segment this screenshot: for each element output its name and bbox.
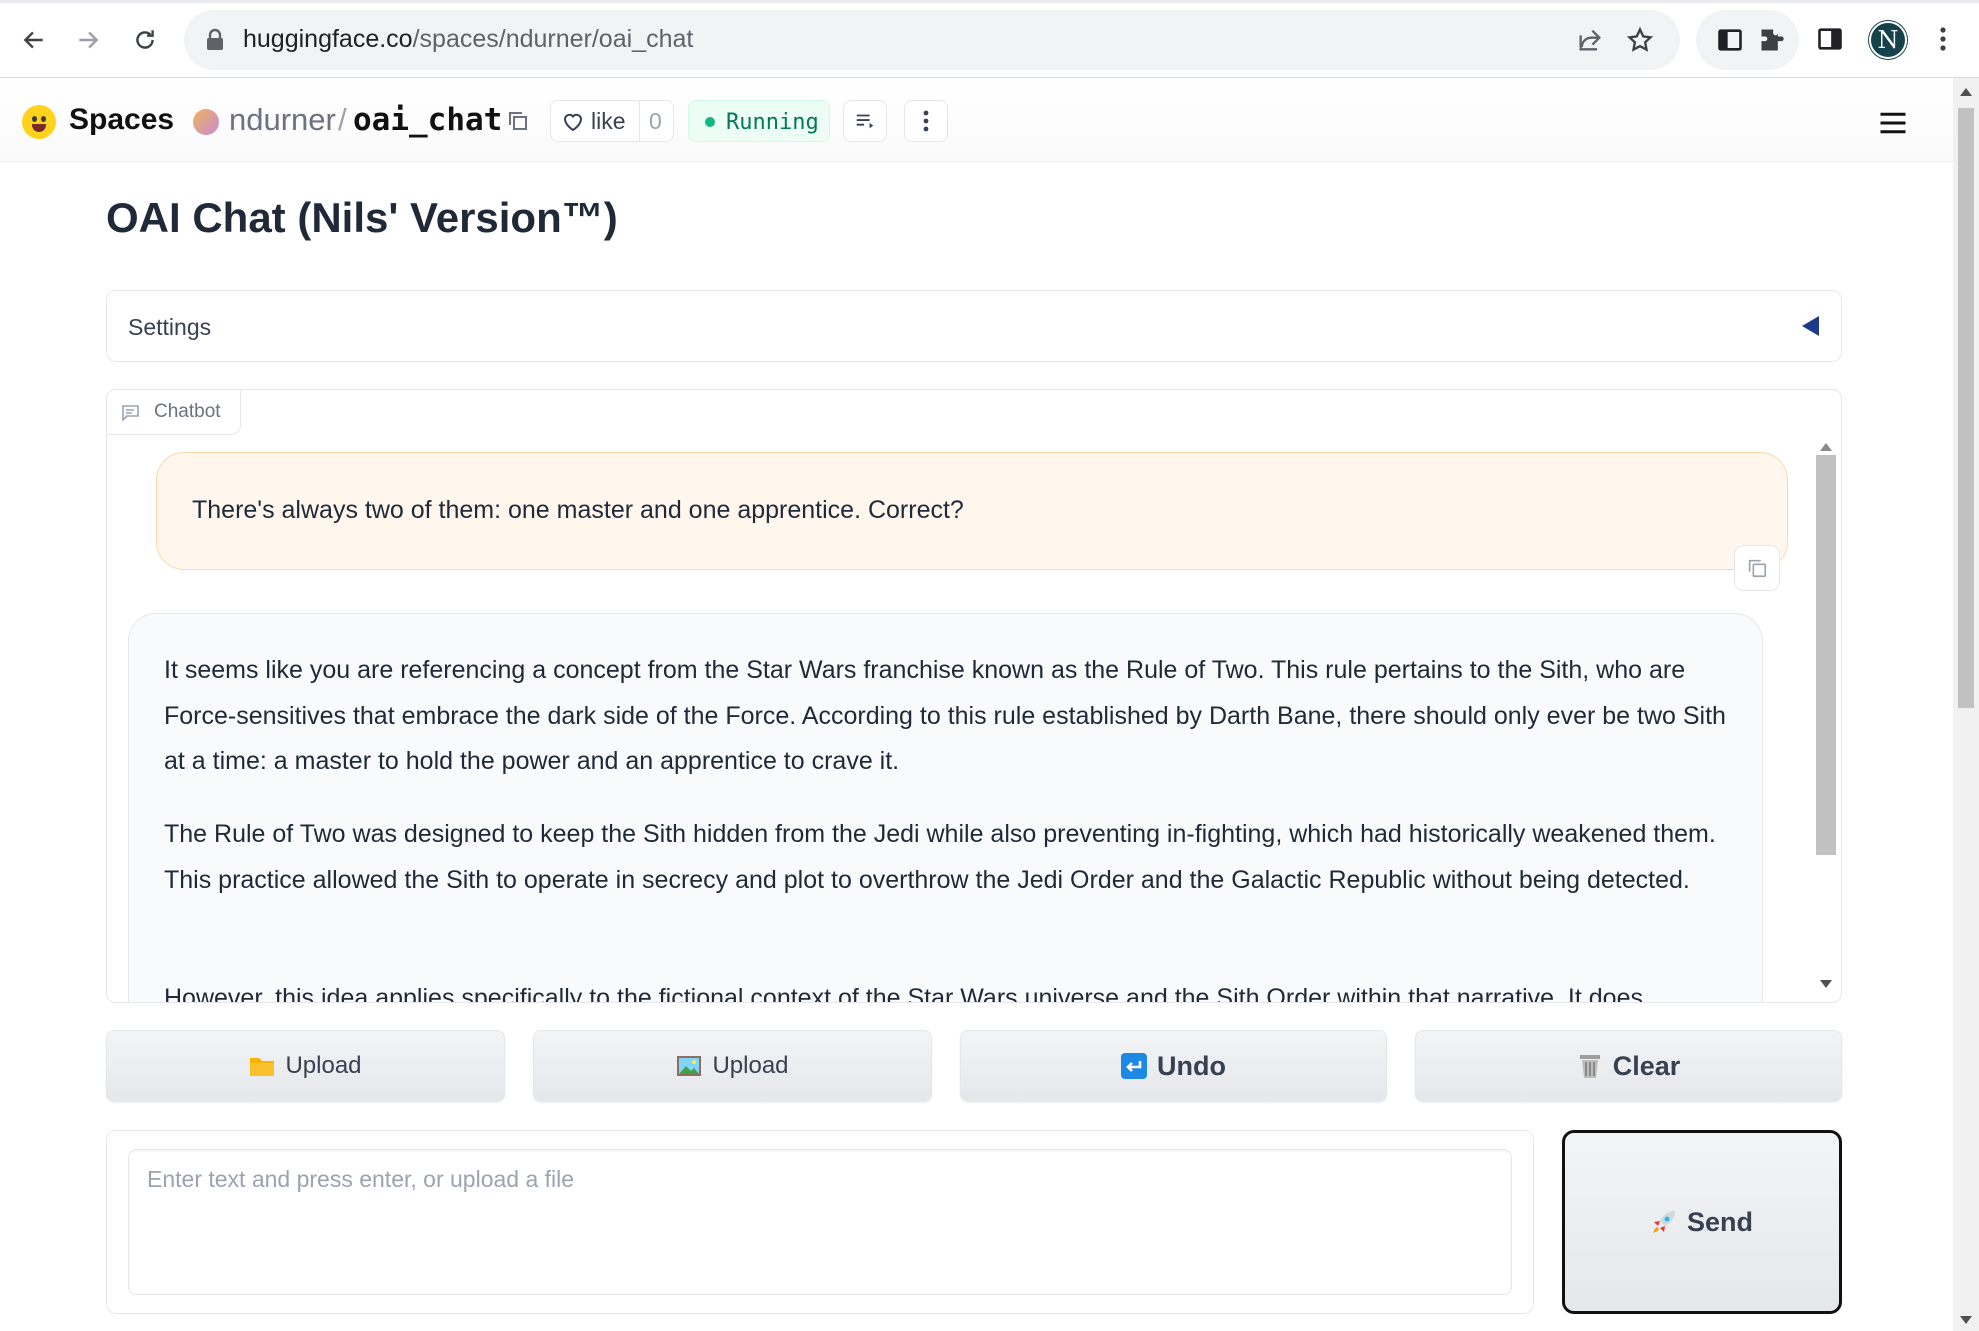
like-button[interactable]: like 0: [550, 100, 674, 142]
page-scroll-thumb[interactable]: [1958, 108, 1974, 708]
spaces-link[interactable]: Spaces: [69, 103, 174, 137]
owner-link[interactable]: ndurner: [229, 102, 336, 138]
logs-icon: [856, 114, 874, 129]
heart-icon: [563, 113, 583, 132]
upload-file-label: Upload: [285, 1052, 362, 1079]
extensions-group: [1696, 10, 1799, 70]
puzzle-icon: [1761, 29, 1784, 51]
undo-button[interactable]: Undo: [960, 1030, 1387, 1102]
vertical-dots-icon: [923, 110, 929, 132]
back-button[interactable]: [14, 20, 54, 60]
browser-menu-button[interactable]: [1926, 22, 1960, 56]
space-header: Spaces ndurner / oai_chat like 0 Running: [0, 78, 1953, 162]
bot-message: It seems like you are referencing a conc…: [128, 613, 1763, 1002]
user-message-text: There's always two of them: one master a…: [192, 496, 964, 524]
like-label: like: [591, 108, 626, 134]
chatbot-panel: Chatbot There's always two of them: one …: [106, 389, 1842, 1003]
hamburger-menu-icon[interactable]: [1878, 108, 1908, 138]
chatbot-label-tab: Chatbot: [107, 390, 241, 435]
send-label: Send: [1686, 1206, 1753, 1237]
side-panel-icon: [1818, 28, 1842, 50]
forward-button[interactable]: [68, 20, 108, 60]
profile-avatar[interactable]: N: [1869, 21, 1907, 59]
collapse-arrow-icon[interactable]: [1802, 316, 1819, 336]
tab-strip-edge: [0, 0, 1979, 3]
page-scroll-down-icon[interactable]: [1960, 1316, 1972, 1324]
reload-icon: [136, 30, 154, 49]
star-icon: [1626, 26, 1654, 52]
lock-icon: [207, 28, 223, 50]
copy-icon: [1748, 559, 1767, 578]
folder-icon: [250, 1058, 275, 1076]
back-arrow-icon: [23, 31, 43, 49]
reload-button[interactable]: [125, 20, 165, 60]
reading-list-button[interactable]: [1714, 24, 1746, 56]
bot-paragraph: The Rule of Two was designed to keep the…: [164, 820, 1716, 894]
upload-file-button[interactable]: Upload: [106, 1030, 505, 1102]
side-panel-button[interactable]: [1813, 22, 1847, 56]
owner-avatar[interactable]: [193, 109, 219, 135]
page-title: OAI Chat (Nils' Version™): [106, 194, 618, 241]
settings-accordion[interactable]: Settings: [106, 290, 1842, 362]
wastebasket-icon: [1579, 1055, 1600, 1078]
copy-repo-name-icon[interactable]: [506, 109, 530, 133]
extensions-button[interactable]: [1756, 24, 1788, 56]
like-divider: [639, 101, 640, 141]
undo-arrow-icon: [1121, 1053, 1147, 1079]
repo-name-link[interactable]: oai_chat: [353, 102, 502, 138]
bot-paragraph: However, this idea applies specifically …: [164, 984, 1643, 1003]
scroll-down-arrow-icon[interactable]: [1820, 980, 1832, 988]
upload-image-button[interactable]: Upload: [533, 1030, 932, 1102]
kebab-menu-icon: [1940, 27, 1946, 51]
hugging-face-logo-icon[interactable]: [22, 105, 56, 139]
url-host: huggingface.co: [243, 25, 413, 53]
reader-mode-icon: [1718, 29, 1742, 51]
rocket-icon: [1652, 1211, 1675, 1233]
copy-message-button[interactable]: [1734, 545, 1780, 591]
picture-icon: [677, 1056, 702, 1076]
clear-label: Clear: [1612, 1050, 1681, 1081]
address-bar[interactable]: huggingface.co/spaces/ndurner/oai_chat: [184, 10, 1680, 70]
undo-label: Undo: [1157, 1050, 1226, 1081]
bookmark-button[interactable]: [1624, 24, 1656, 56]
chatbot-label: Chatbot: [154, 401, 221, 422]
url-path: /spaces/ndurner/oai_chat: [412, 25, 694, 53]
message-input[interactable]: [128, 1149, 1512, 1295]
share-button[interactable]: [1574, 24, 1606, 56]
logs-button[interactable]: [843, 100, 887, 142]
upload-image-label: Upload: [712, 1052, 789, 1079]
browser-toolbar: huggingface.co/spaces/ndurner/oai_chat N: [0, 0, 1979, 78]
scroll-thumb[interactable]: [1816, 455, 1836, 855]
user-message: There's always two of them: one master a…: [156, 452, 1788, 570]
scroll-up-arrow-icon[interactable]: [1820, 443, 1832, 451]
page-scroll-up-icon[interactable]: [1960, 88, 1972, 96]
space-options-button[interactable]: [904, 100, 948, 142]
settings-label: Settings: [128, 314, 212, 340]
forward-arrow-icon: [79, 31, 99, 49]
status-badge: Running: [688, 100, 830, 142]
send-button[interactable]: Send: [1562, 1130, 1842, 1314]
status-dot-icon: [705, 117, 715, 127]
clear-button[interactable]: Clear: [1415, 1030, 1842, 1102]
chat-bubble-icon: [122, 405, 139, 421]
status-text: Running: [726, 110, 819, 135]
page-scrollbar[interactable]: [1953, 78, 1979, 1331]
url-text: huggingface.co/spaces/ndurner/oai_chat: [243, 25, 693, 54]
chat-scrollbar[interactable]: [1811, 435, 1841, 1002]
bot-paragraph: It seems like you are referencing a conc…: [164, 656, 1726, 775]
share-icon: [1579, 29, 1601, 51]
path-separator: /: [338, 102, 347, 137]
message-input-panel: [106, 1130, 1534, 1314]
like-count: 0: [649, 108, 662, 134]
